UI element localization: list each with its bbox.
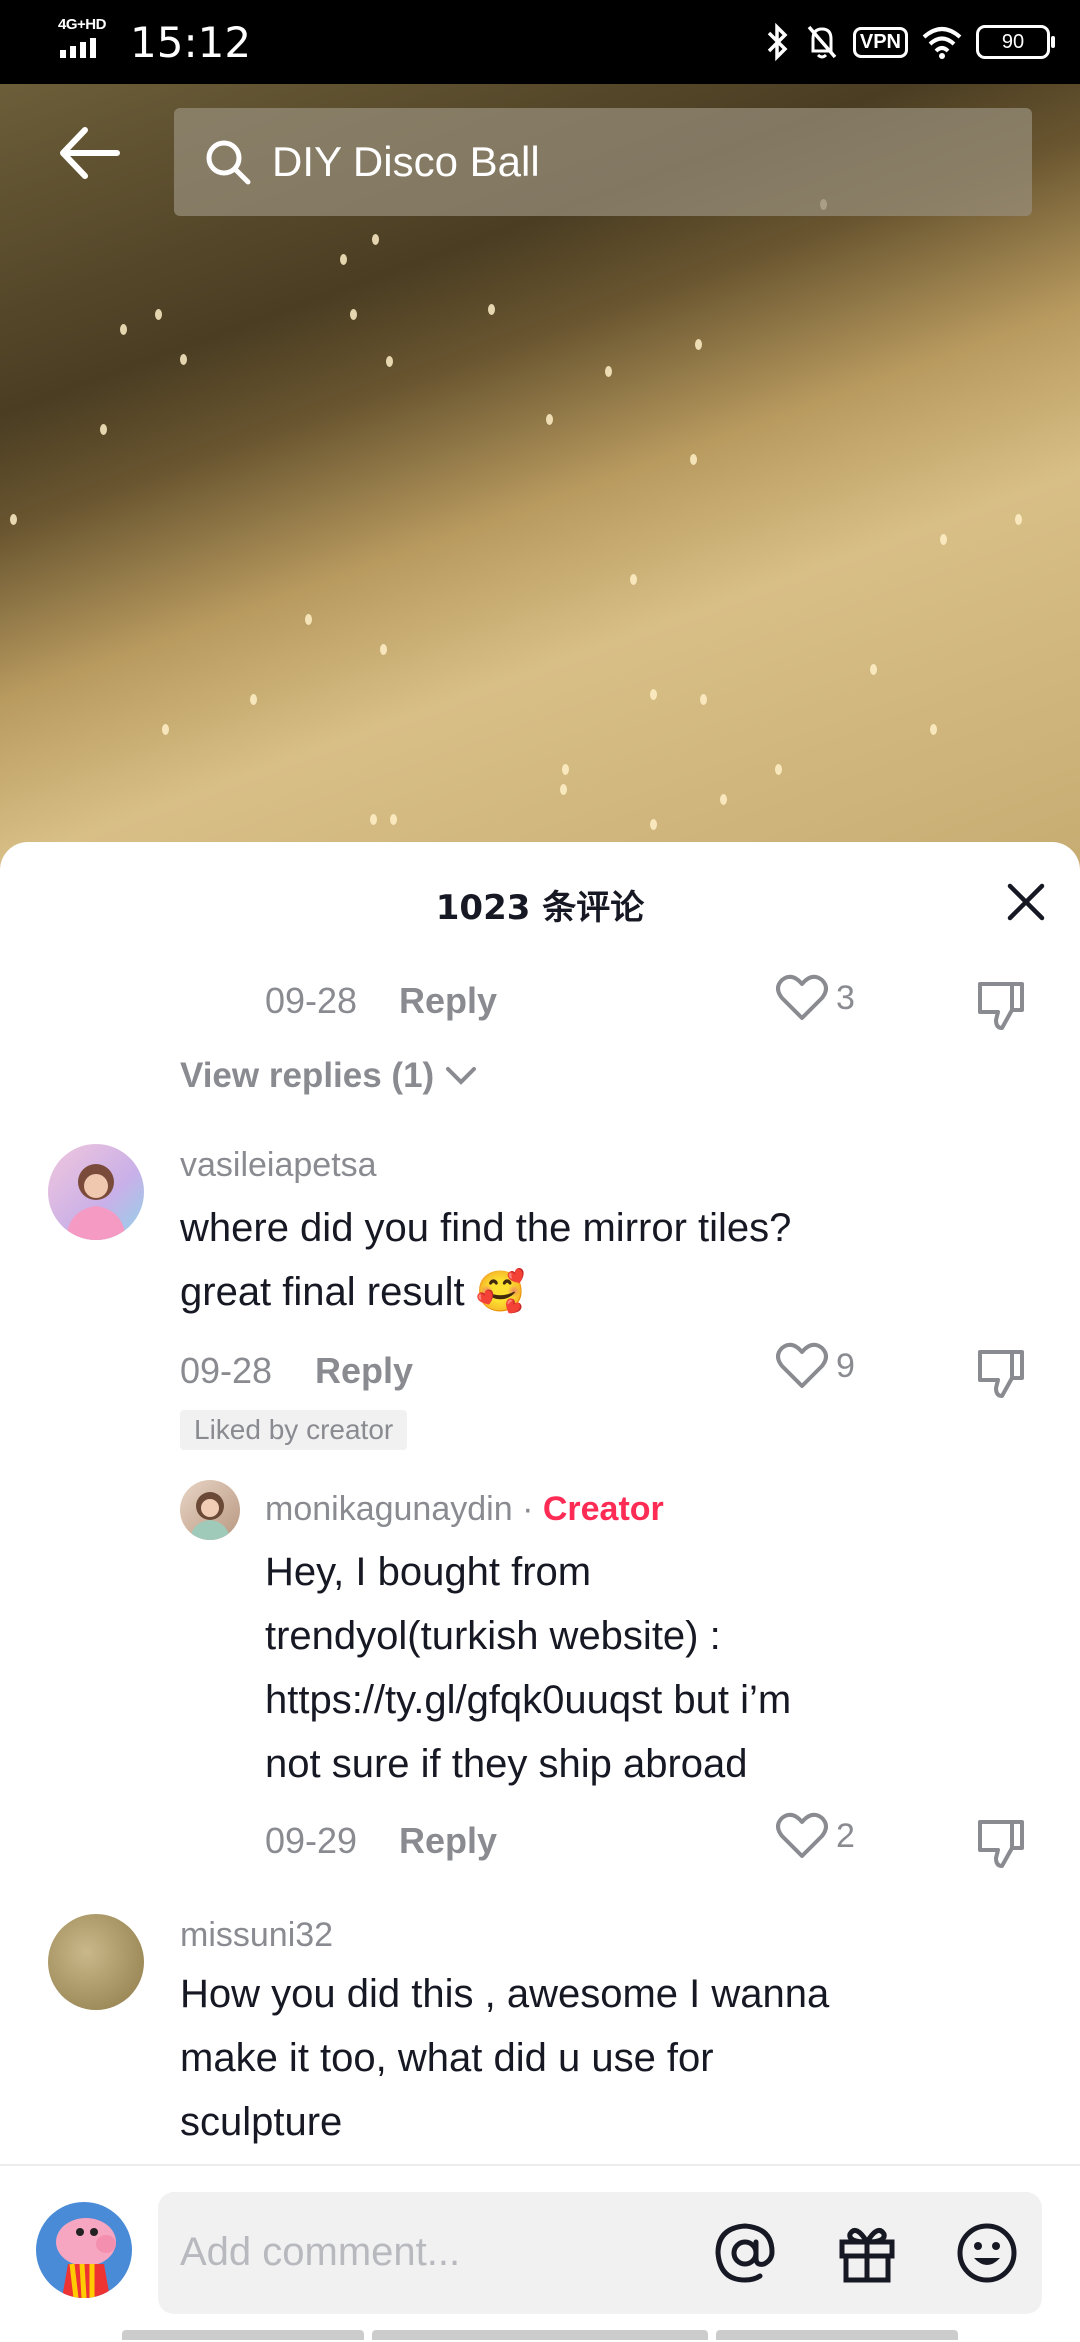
search-query: DIY Disco Ball: [272, 138, 540, 185]
comments-count-title: 1023 条评论: [435, 888, 645, 928]
creator-label: Creator: [542, 1490, 664, 1528]
comment-text-line: Hey, I bought from: [265, 1550, 592, 1594]
comment-date: 09-28: [265, 980, 358, 1021]
comment-text-line: trendyol(turkish website) :: [265, 1614, 721, 1658]
comment-text-line: make it too, what did u use for: [180, 2036, 714, 2080]
avatar-image: [66, 1164, 126, 1240]
separator-dot: ·: [522, 1490, 534, 1528]
view-replies-label: View replies (1): [180, 1056, 435, 1095]
gift-icon[interactable]: [834, 2220, 900, 2286]
like-button[interactable]: 3: [776, 974, 855, 1022]
reply-button[interactable]: Reply: [399, 1820, 497, 1862]
comment-text: How you did this , awesome I wanna make …: [180, 1962, 829, 2154]
mention-icon[interactable]: [712, 2220, 778, 2286]
heart-icon: [776, 1342, 828, 1388]
like-count: 3: [836, 978, 855, 1017]
mute-bell-icon: [807, 25, 837, 59]
comment-text-line: How you did this , awesome I wanna: [180, 1972, 830, 2016]
avatar[interactable]: [180, 1480, 240, 1540]
comment-text-line: not sure if they ship abroad: [265, 1742, 748, 1786]
emoji-icon[interactable]: [954, 2220, 1020, 2286]
vpn-indicator: VPN: [852, 26, 908, 58]
comment-date: 09-29: [265, 1820, 358, 1861]
dislike-icon[interactable]: [974, 978, 1028, 1032]
view-replies-button[interactable]: View replies (1): [180, 1056, 478, 1096]
like-count: 9: [836, 1346, 855, 1385]
avatar[interactable]: [48, 1144, 144, 1240]
creator-username-line: monikagunaydin · Creator: [265, 1490, 664, 1529]
like-button[interactable]: 2: [776, 1812, 855, 1860]
network-type-label: 4G+HD: [58, 16, 106, 33]
comment-link[interactable]: https://ty.gl/gfqk0uuqst but i’m: [265, 1668, 791, 1732]
status-bar: 4G+HD 15:12 VPN 90: [0, 0, 1080, 84]
dislike-icon[interactable]: [974, 1816, 1028, 1870]
status-time: 15:12: [130, 18, 252, 67]
comment-text-line: sculpture: [180, 2100, 343, 2144]
liked-by-creator-badge: Liked by creator: [180, 1410, 408, 1450]
user-avatar[interactable]: [36, 2202, 132, 2298]
comment-username[interactable]: missuni32: [180, 1916, 333, 1955]
comment-username[interactable]: monikagunaydin: [265, 1490, 513, 1528]
user-avatar-image: [56, 2218, 116, 2298]
nav-indicator: [372, 2330, 708, 2340]
comment-text-line: where did you find the mirror tiles?: [180, 1206, 792, 1250]
comment-input[interactable]: Add comment...: [158, 2192, 1042, 2314]
comment-text-line: great final result 🥰: [180, 1270, 526, 1314]
cellular-signal-icon: 4G+HD: [58, 16, 118, 60]
nav-indicator: [716, 2330, 958, 2340]
comment-input-bar: Add comment...: [0, 2164, 1080, 2342]
search-icon: [206, 140, 251, 185]
heart-icon: [776, 1812, 828, 1858]
comment-text: where did you find the mirror tiles? gre…: [180, 1196, 791, 1324]
dislike-icon[interactable]: [974, 1346, 1028, 1400]
avatar[interactable]: [48, 1914, 144, 2010]
comment-username[interactable]: vasileiapetsa: [180, 1146, 377, 1185]
comment-text: Hey, I bought from trendyol(turkish webs…: [265, 1540, 791, 1796]
bluetooth-icon: [767, 23, 788, 61]
chevron-down-icon: [445, 1067, 476, 1085]
like-count: 2: [836, 1816, 855, 1855]
wifi-icon: [922, 27, 962, 59]
back-arrow-icon[interactable]: [55, 118, 125, 188]
search-bar[interactable]: DIY Disco Ball: [174, 108, 1032, 216]
comment-date: 09-28: [180, 1350, 273, 1391]
like-button[interactable]: 9: [776, 1342, 855, 1390]
battery-indicator: 90: [976, 25, 1055, 59]
reply-button[interactable]: Reply: [399, 980, 497, 1022]
close-icon[interactable]: [1002, 878, 1050, 926]
nav-indicator: [122, 2330, 364, 2340]
avatar-image: [190, 1492, 230, 1540]
comments-sheet: 1023 条评论 09-28 Reply 3 View replies (1) …: [0, 842, 1080, 2340]
comment-placeholder: Add comment...: [180, 2230, 461, 2274]
reply-button[interactable]: Reply: [315, 1350, 413, 1392]
heart-icon: [776, 974, 828, 1020]
